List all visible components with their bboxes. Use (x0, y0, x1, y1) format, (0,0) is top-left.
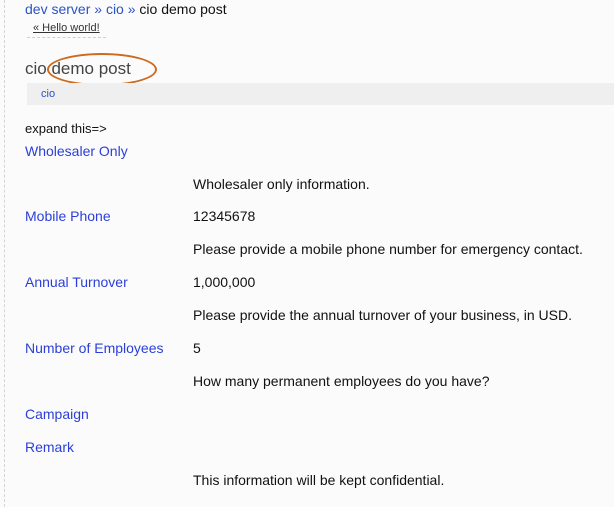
field-label-wholesaler-only[interactable]: Wholesaler Only (25, 143, 128, 160)
breadcrumb-current: cio demo post (139, 1, 227, 17)
field-help-number-of-employees: How many permanent employees do you have… (193, 373, 490, 389)
field-help-annual-turnover: Please provide the annual turnover of yo… (193, 307, 572, 323)
field-help-wholesaler-only: Wholesaler only information. (193, 176, 370, 192)
field-label-mobile-phone[interactable]: Mobile Phone (25, 208, 111, 225)
field-help-mobile-phone: Please provide a mobile phone number for… (193, 241, 583, 257)
field-label-annual-turnover[interactable]: Annual Turnover (25, 274, 128, 291)
previous-post-link[interactable]: « Hello world! (27, 19, 106, 38)
breadcrumb-separator: » (127, 1, 136, 17)
highlight-annotation-ellipse (47, 53, 157, 86)
category-bar: cio (27, 83, 614, 105)
breadcrumb-separator: » (94, 1, 103, 17)
left-dashed-rule (4, 0, 5, 507)
breadcrumb-link-cio[interactable]: cio (106, 1, 124, 17)
field-value-mobile-phone: 12345678 (193, 208, 256, 224)
breadcrumb: dev server » cio » cio demo post (25, 1, 227, 17)
field-value-annual-turnover: 1,000,000 (193, 274, 256, 290)
field-label-campaign[interactable]: Campaign (25, 406, 89, 423)
field-label-remark[interactable]: Remark (25, 439, 74, 456)
expand-label: expand this=> (25, 121, 107, 136)
category-link-cio[interactable]: cio (41, 87, 55, 101)
field-label-number-of-employees[interactable]: Number of Employees (25, 340, 164, 357)
breadcrumb-link-dev-server[interactable]: dev server (25, 1, 90, 17)
field-help-remark: This information will be kept confidenti… (193, 472, 445, 488)
field-value-number-of-employees: 5 (193, 340, 201, 356)
